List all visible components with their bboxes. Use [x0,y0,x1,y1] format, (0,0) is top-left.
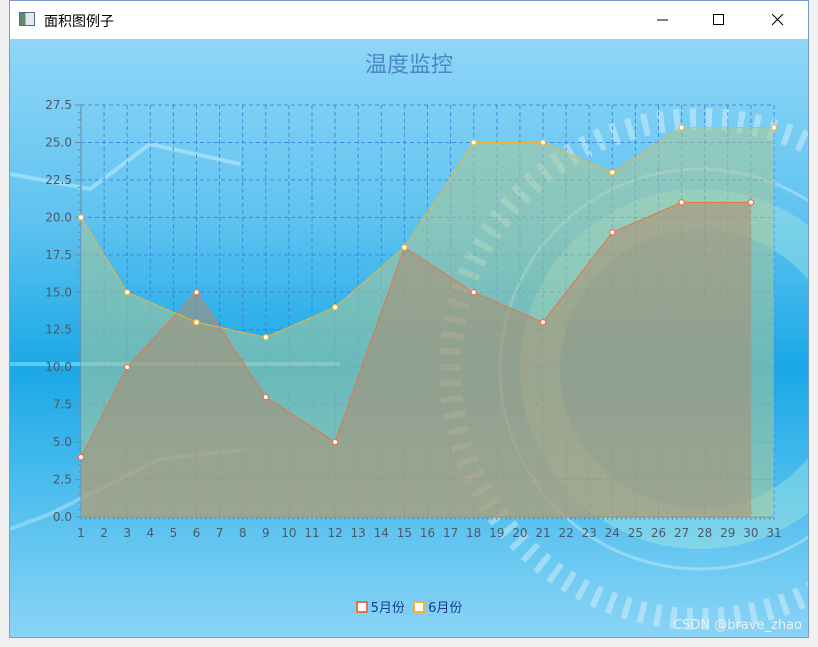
series-2-point-0 [77,214,85,221]
x-tick-label-11: 12 [327,526,342,540]
series-1-point-0 [77,453,85,461]
y-tick-label-5: 12.5 [45,323,72,337]
close-button[interactable] [755,1,801,39]
window-title: 面积图例子 [44,14,114,30]
series-2-point-6 [470,139,477,146]
series-1-point-6 [470,289,477,296]
app-window: 面积图例子 0.0 2.5 5.0 7.5 10.0 12.5 15.0 17.5 20.0 22… [9,0,809,638]
minimize-icon [657,19,668,21]
legend: 5月份 6月份 [10,597,808,616]
x-tick-label-21: 22 [558,526,573,540]
x-tick-label-8: 9 [262,526,270,540]
series-2-point-1 [123,289,131,296]
x-tick-label-10: 11 [304,526,319,540]
x-tick-label-5: 6 [193,526,201,540]
y-tick-label-7: 17.5 [45,248,72,262]
series-2-point-4 [331,304,339,311]
x-tick-label-18: 19 [489,526,504,540]
y-tick-label-0: 0.0 [53,510,72,524]
title-bar[interactable]: 面积图例子 [10,1,808,39]
watermark: CSDN @brave_zhao [673,618,802,633]
x-tick-label-23: 24 [605,526,620,540]
y-tick-label-1: 2.5 [53,473,72,487]
y-tick-label-11: 27.5 [45,98,72,112]
x-tick-label-20: 21 [535,526,550,540]
y-tick-label-2: 5.0 [53,435,72,449]
legend-swatch-1 [355,601,368,613]
maximize-icon [713,14,724,25]
y-tick-label-10: 25.0 [45,135,72,149]
series-2-point-8 [609,169,616,176]
legend-swatch-2 [413,601,426,613]
x-tick-label-19: 20 [512,526,527,540]
y-tick-label-6: 15.0 [45,285,72,299]
x-tick-label-26: 27 [674,526,689,540]
x-tick-label-24: 25 [628,526,643,540]
x-tick-label-29: 30 [743,526,758,540]
y-tick-label-9: 22.5 [45,173,72,187]
legend-item-1[interactable]: 5月份 [355,597,405,616]
close-icon [772,14,784,26]
y-tick-label-8: 20.0 [45,210,72,224]
series-1-point-9 [678,199,685,206]
x-tick-label-27: 28 [697,526,712,540]
x-tick-label-4: 5 [170,526,178,540]
y-tick-label-4: 10.0 [45,360,72,374]
series-1-point-2 [193,289,200,296]
series-1-point-1 [123,363,131,371]
series-1-point-8 [609,229,616,236]
x-tick-label-7: 8 [239,526,247,540]
x-tick-label-28: 29 [720,526,735,540]
x-tick-label-12: 13 [351,526,366,540]
series-2-point-7 [539,139,547,146]
series-2-point-2 [193,319,200,326]
series-2-point-10 [770,124,778,131]
area-chart: 0.0 2.5 5.0 7.5 10.0 12.5 15.0 17.5 20.0 22.5 25.0… [10,98,808,630]
x-tick-label-2: 3 [123,526,131,540]
x-tick-label-30: 31 [766,526,781,540]
x-tick-label-3: 4 [146,526,154,540]
maximize-button[interactable] [696,1,742,39]
legend-label-1: 5月份 [370,601,405,616]
series-1-point-3 [262,393,269,401]
series-2-point-9 [678,124,685,131]
x-tick-label-9: 10 [281,526,296,540]
chart-area: 0.0 2.5 5.0 7.5 10.0 12.5 15.0 17.5 20.0 22.5 25.0… [10,39,808,637]
x-tick-label-17: 18 [466,526,481,540]
x-tick-label-15: 16 [420,526,435,540]
legend-item-2[interactable]: 6月份 [413,597,462,616]
y-tick-label-3: 7.5 [53,398,72,412]
x-tick-label-14: 15 [397,526,412,540]
x-tick-label-1: 2 [100,526,108,540]
series-1-point-4 [331,438,339,446]
x-tick-label-6: 7 [216,526,224,540]
app-icon [19,12,35,26]
series-2-point-5 [401,244,408,251]
series-2-point-3 [262,334,269,341]
x-tick-label-22: 23 [582,526,597,540]
x-tick-label-25: 26 [651,526,666,540]
x-tick-label-13: 14 [374,526,389,540]
series-1-point-7 [539,319,547,326]
legend-label-2: 6月份 [428,601,463,616]
chart-title: 温度监控 [364,53,453,78]
x-tick-label-16: 17 [443,526,458,540]
minimize-button[interactable] [640,1,686,39]
series-1-point-10 [747,199,755,206]
x-tick-label-0: 1 [77,526,85,540]
